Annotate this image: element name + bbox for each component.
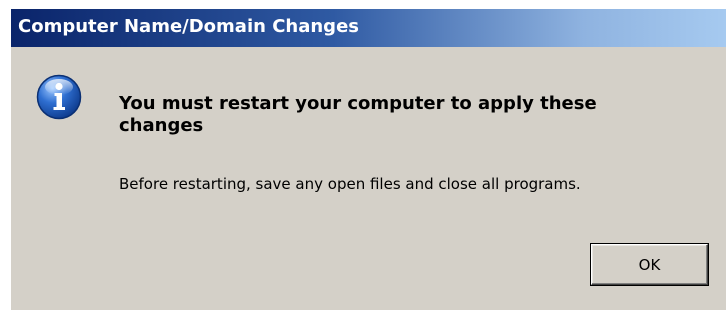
ok-button-label: OK: [638, 255, 661, 274]
dialog-message: Before restarting, save any open files a…: [119, 175, 581, 193]
ok-button[interactable]: OK: [590, 243, 709, 286]
page: Computer Name/Domain Changes You must re…: [0, 0, 726, 310]
restart-dialog: Computer Name/Domain Changes You must re…: [10, 9, 726, 310]
info-icon: [36, 74, 82, 120]
title-bar[interactable]: Computer Name/Domain Changes: [11, 9, 726, 47]
window-title: Computer Name/Domain Changes: [18, 16, 359, 37]
dialog-heading: You must restart your computer to apply …: [119, 93, 597, 136]
